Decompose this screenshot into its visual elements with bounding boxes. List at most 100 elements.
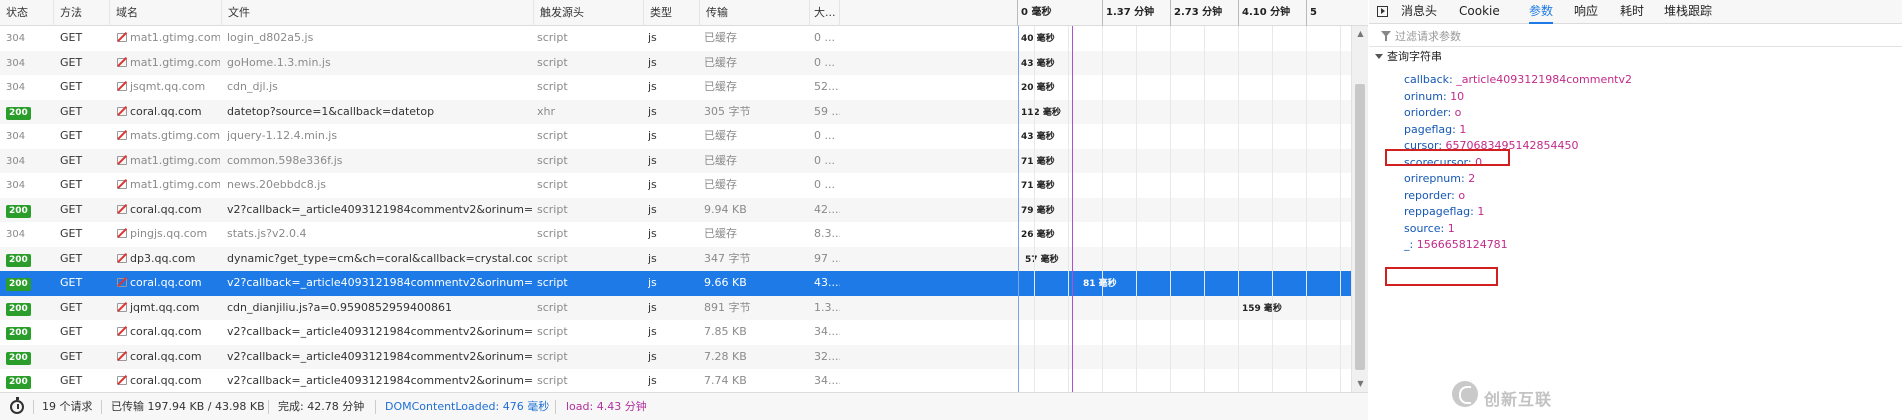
finish-time: 完成: 42.78 分钟 [278, 400, 365, 413]
domain-cell-text: mat1.gtimg.com [130, 31, 220, 44]
method-cell-text: GET [60, 55, 83, 69]
param-row[interactable]: pageflag: 1 [1404, 122, 1466, 139]
query-string-section[interactable]: 查询字符串 [1369, 48, 1902, 66]
cause-cell: script [537, 149, 641, 174]
col-status[interactable]: 状态 [0, 0, 54, 26]
status-badge: 304 [6, 155, 26, 167]
status-badge: 200 [6, 376, 31, 389]
param-row[interactable]: orinum: 10 [1404, 89, 1464, 106]
type-cell-text: js [648, 349, 657, 363]
cause-cell: script [537, 222, 641, 247]
size-cell-text: 43.... [814, 276, 840, 289]
tab-stack-trace[interactable]: 堆栈跟踪 [1664, 0, 1712, 24]
toggle-panel-icon[interactable] [1377, 6, 1388, 17]
method-cell: GET [60, 124, 110, 149]
table-row[interactable]: 304 GET mat1.gtimg.com goHome.1.3.min.js scr… [0, 50, 1351, 75]
table-row[interactable]: 304 GET mat1.gtimg.com news.20ebbdc8.js scri… [0, 173, 1351, 198]
watermark-text: 创新互联 [1484, 390, 1553, 409]
table-row[interactable]: 200 GET coral.qq.com v2?callback=_article40… [0, 344, 1351, 370]
cause-cell-text: script [537, 374, 568, 387]
domain-cell: mat1.gtimg.com [116, 26, 220, 51]
table-row[interactable]: 200 GET coral.qq.com v2?callback=_article40… [0, 320, 1351, 345]
waterfall-header[interactable]: 0 毫秒 1.37 分钟 2.73 分钟 4.10 分钟 5 [1016, 0, 1351, 26]
scroll-up-icon[interactable]: ▲ [1355, 28, 1366, 39]
table-row[interactable]: 304 GET mat1.gtimg.com login_d802a5.js scrip… [0, 26, 1351, 51]
request-count: 19 个请求 [42, 400, 93, 413]
table-row[interactable]: 200 GET coral.qq.com v2?callback=_article40… [0, 271, 1351, 296]
transferred-cell-text: 7.85 KB [704, 325, 747, 338]
col-cause[interactable]: 触发源头 [534, 0, 644, 26]
table-row[interactable]: 200 GET coral.qq.com v2?callback=_article40… [0, 369, 1351, 392]
transferred-cell: 7.85 KB [704, 320, 808, 345]
cause-cell: xhr [537, 100, 641, 125]
method-cell-text: GET [60, 374, 83, 387]
cause-cell-text: xhr [537, 104, 556, 118]
scroll-down-icon[interactable]: ▼ [1355, 378, 1366, 389]
col-domain[interactable]: 域名 [110, 0, 222, 26]
cause-cell: script [537, 369, 641, 392]
table-row[interactable]: 200 GET coral.qq.com v2?callback=_article40… [0, 197, 1351, 222]
status-cell: 304 [6, 124, 50, 149]
method-cell-text: GET [60, 80, 83, 93]
file-cell-text: datetop?source=1&callback=datetop [227, 104, 435, 118]
col-size[interactable]: 大... [810, 0, 840, 26]
table-row[interactable]: 304 GET jsqmt.qq.com cdn_djl.js script js 已缓存 5… [0, 75, 1351, 100]
tab-cookies[interactable]: Cookie [1459, 0, 1500, 24]
param-key: reppageflag [1404, 205, 1471, 218]
type-cell: js [648, 26, 698, 51]
param-row[interactable]: reporder: o [1404, 188, 1465, 205]
table-row[interactable]: 304 GET pingjs.qq.com stats.js?v2.0.4 script… [0, 222, 1351, 247]
param-row[interactable]: source: 1 [1404, 221, 1455, 238]
table-row[interactable]: 200 GET coral.qq.com datetop?source=1&callb… [0, 99, 1351, 125]
transferred-cell: 305 字节 [704, 100, 808, 125]
col-method[interactable]: 方法 [54, 0, 110, 26]
tab-timings[interactable]: 耗时 [1620, 0, 1644, 24]
type-cell-text: js [648, 129, 657, 142]
status-cell: 200 [6, 296, 50, 321]
col-type[interactable]: 类型 [644, 0, 700, 26]
stopwatch-icon[interactable] [10, 397, 24, 414]
scroll-thumb[interactable] [1355, 84, 1365, 370]
expand-triangle-icon[interactable] [1375, 54, 1383, 59]
param-row[interactable]: orirepnum: 2 [1404, 171, 1475, 188]
file-cell: dynamic?get_type=cm&ch=coral&callback=cr… [227, 247, 532, 272]
col-transferred[interactable]: 传输 [700, 0, 810, 26]
param-row[interactable]: reppageflag: 1 [1404, 204, 1484, 221]
col-file[interactable]: 文件 [222, 0, 534, 26]
param-row[interactable]: callback: _article4093121984commentv2 [1404, 72, 1632, 89]
param-value: 1566658124781 [1416, 238, 1508, 251]
table-row[interactable]: 200 GET jqmt.qq.com cdn_dianjiliu.js?a=0.95… [0, 295, 1351, 321]
table-row[interactable]: 304 GET mats.gtimg.com jquery-1.12.4.min.js… [0, 124, 1351, 149]
param-row[interactable]: _: 1566658124781 [1404, 237, 1508, 254]
param-value: 1 [1459, 122, 1467, 136]
status-cell: 304 [6, 75, 50, 100]
method-cell: GET [60, 75, 110, 100]
table-row[interactable]: 200 GET dp3.qq.com dynamic?get_type=cm&ch=c… [0, 246, 1351, 272]
status-cell: 200 [6, 100, 50, 125]
status-cell: 200 [6, 247, 50, 272]
size-cell: 1.3... [814, 296, 840, 321]
table-row[interactable]: 304 GET mat1.gtimg.com common.598e336f.js sc… [0, 148, 1351, 174]
request-list-scrollbar[interactable]: ▲ ▼ [1351, 26, 1368, 392]
size-cell-text: 8.3... [814, 227, 840, 240]
timing-label: 43 毫秒 [1021, 132, 1055, 142]
tab-response[interactable]: 响应 [1574, 0, 1598, 24]
transferred-total: 已传输 197.94 KB / 43.98 KB [111, 400, 265, 413]
cause-cell-text: script [537, 178, 568, 191]
domain-cell: coral.qq.com [116, 271, 220, 296]
timing-cell: 20 毫秒 [1021, 75, 1081, 100]
tab-headers[interactable]: 消息头 [1401, 0, 1437, 24]
param-row[interactable]: oriorder: o [1404, 105, 1461, 122]
cause-cell-text: script [537, 349, 568, 363]
insecure-lock-icon [116, 325, 127, 336]
domain-cell: pingjs.qq.com [116, 222, 220, 247]
file-cell: v2?callback=_article4093121984commentv2&… [227, 345, 532, 370]
status-badge: 200 [6, 327, 31, 340]
timing-cell: 71 毫秒 [1021, 173, 1081, 198]
size-cell: 97 ... [814, 247, 840, 272]
status-cell: 304 [6, 26, 50, 51]
file-cell-text: v2?callback=_article4093121984commentv2&… [227, 202, 532, 216]
transferred-cell: 已缓存 [704, 26, 808, 51]
param-filter-input[interactable] [1395, 25, 1895, 47]
tab-params[interactable]: 参数 [1529, 0, 1554, 24]
